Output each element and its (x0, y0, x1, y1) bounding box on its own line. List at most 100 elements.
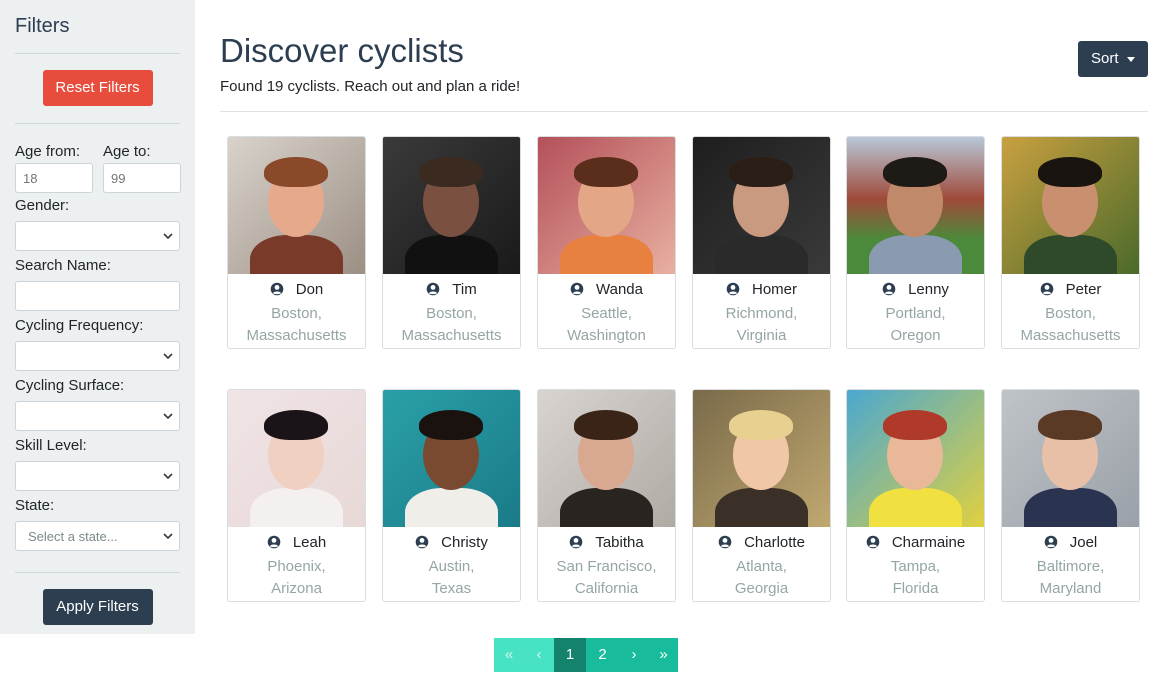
cyclist-city: Seattle, (581, 305, 632, 322)
cyclist-name[interactable]: Joel (1070, 534, 1098, 551)
chevron-down-icon (163, 413, 173, 420)
cyclist-card[interactable]: Charmaine Tampa, Florida (846, 389, 985, 602)
chevron-down-icon (163, 233, 173, 240)
cyclist-name[interactable]: Lenny (908, 281, 949, 298)
cyclist-city: Boston, (271, 305, 322, 322)
state-label: State: (15, 497, 55, 514)
cyclist-city: Tampa, (890, 558, 941, 575)
filters-sidebar: Filters Reset Filters Age from: Age to: … (0, 0, 195, 634)
page-title: Discover cyclists (220, 32, 464, 69)
cyclist-name-row[interactable]: Leah (228, 528, 365, 556)
cyclist-name[interactable]: Tabitha (595, 534, 643, 551)
cyclist-photo[interactable] (693, 390, 830, 527)
pagination-last[interactable]: » (649, 638, 678, 672)
cyclist-city: Phoenix, (267, 558, 326, 575)
cyclist-state: Massachusetts (1020, 327, 1121, 344)
cyclist-name[interactable]: Leah (293, 534, 326, 551)
pagination-page-1[interactable]: 1 (554, 638, 586, 672)
cyclist-name-row[interactable]: Wanda (538, 275, 675, 303)
cyclist-name[interactable]: Wanda (596, 281, 643, 298)
cyclist-state: California (574, 580, 639, 597)
cyclist-photo[interactable] (1002, 390, 1139, 527)
cyclist-photo[interactable] (847, 390, 984, 527)
cyclist-photo[interactable] (538, 137, 675, 274)
cyclist-card[interactable]: Peter Boston, Massachusetts (1001, 136, 1140, 349)
cyclist-photo[interactable] (693, 137, 830, 274)
cyclist-name-row[interactable]: Don (228, 275, 365, 303)
pagination-first[interactable]: « (494, 638, 524, 672)
caret-down-icon (1127, 57, 1135, 62)
cyclist-name-row[interactable]: Homer (693, 275, 830, 303)
chevron-down-icon (163, 353, 173, 360)
cyclist-state: Virginia (736, 327, 787, 344)
cyclist-card[interactable]: Leah Phoenix, Arizona (227, 389, 366, 602)
sort-dropdown-button[interactable]: Sort (1078, 41, 1148, 77)
cyclist-card[interactable]: Don Boston, Massachusetts (227, 136, 366, 349)
gender-select[interactable] (15, 221, 180, 251)
cyclist-name-row[interactable]: Christy (383, 528, 520, 556)
cyclist-card[interactable]: Wanda Seattle, Washington (537, 136, 676, 349)
cyclist-name-row[interactable]: Charlotte (693, 528, 830, 556)
skill-level-select[interactable] (15, 461, 180, 491)
cyclist-name[interactable]: Christy (441, 534, 488, 551)
cyclist-name-row[interactable]: Peter (1002, 275, 1139, 303)
cyclist-name-row[interactable]: Tim (383, 275, 520, 303)
reset-filters-button[interactable]: Reset Filters (42, 70, 153, 106)
search-name-label: Search Name: (15, 257, 111, 274)
cyclist-name[interactable]: Don (296, 281, 324, 298)
user-circle-icon (415, 535, 429, 549)
chevron-down-icon (163, 533, 173, 540)
cyclist-photo[interactable] (383, 137, 520, 274)
cyclist-photo[interactable] (228, 390, 365, 527)
cyclist-name[interactable]: Tim (452, 281, 476, 298)
cyclist-photo[interactable] (847, 137, 984, 274)
pagination-page-2[interactable]: 2 (586, 638, 619, 672)
skill-level-label: Skill Level: (15, 437, 87, 454)
cyclist-card[interactable]: Homer Richmond, Virginia (692, 136, 831, 349)
cycling-frequency-label: Cycling Frequency: (15, 317, 144, 334)
cyclist-name[interactable]: Charlotte (744, 534, 805, 551)
cyclist-photo[interactable] (538, 390, 675, 527)
cyclist-city: Boston, (426, 305, 477, 322)
cyclist-name[interactable]: Charmaine (892, 534, 965, 551)
pagination-next[interactable]: › (619, 638, 649, 672)
cyclist-state: Maryland (1039, 580, 1102, 597)
age-to-input[interactable] (103, 163, 181, 193)
user-circle-icon (1044, 535, 1058, 549)
age-from-input[interactable] (15, 163, 93, 193)
state-select[interactable]: Select a state... (15, 521, 180, 551)
filters-title: Filters (15, 15, 70, 37)
pagination-prev[interactable]: ‹ (524, 638, 554, 672)
cycling-frequency-select[interactable] (15, 341, 180, 371)
cycling-surface-select[interactable] (15, 401, 180, 431)
cyclist-card[interactable]: Joel Baltimore, Maryland (1001, 389, 1140, 602)
cyclist-card[interactable]: Christy Austin, Texas (382, 389, 521, 602)
cyclist-state: Massachusetts (246, 327, 347, 344)
cyclist-city: Atlanta, (736, 558, 787, 575)
cyclist-name[interactable]: Peter (1066, 281, 1102, 298)
cyclist-city: Richmond, (725, 305, 798, 322)
cyclist-name-row[interactable]: Lenny (847, 275, 984, 303)
cyclist-photo[interactable] (228, 137, 365, 274)
cyclist-city: Boston, (1045, 305, 1096, 322)
user-circle-icon (882, 282, 896, 296)
age-to-label: Age to: (103, 143, 151, 160)
apply-filters-button[interactable]: Apply Filters (42, 589, 153, 625)
cyclist-photo[interactable] (383, 390, 520, 527)
cyclist-card[interactable]: Charlotte Atlanta, Georgia (692, 389, 831, 602)
cyclist-photo[interactable] (1002, 137, 1139, 274)
user-circle-icon (426, 282, 440, 296)
cyclist-card[interactable]: Tabitha San Francisco, California (537, 389, 676, 602)
cyclist-state: Arizona (271, 580, 322, 597)
cyclist-state: Texas (431, 580, 472, 597)
cyclist-name-row[interactable]: Joel (1002, 528, 1139, 556)
user-circle-icon (718, 535, 732, 549)
cyclist-name-row[interactable]: Charmaine (847, 528, 984, 556)
cyclist-card[interactable]: Lenny Portland, Oregon (846, 136, 985, 349)
cyclist-name[interactable]: Homer (752, 281, 797, 298)
cyclist-name-row[interactable]: Tabitha (538, 528, 675, 556)
cyclist-state: Georgia (734, 580, 789, 597)
chevron-down-icon (163, 473, 173, 480)
cyclist-card[interactable]: Tim Boston, Massachusetts (382, 136, 521, 349)
search-name-input[interactable] (15, 281, 180, 311)
